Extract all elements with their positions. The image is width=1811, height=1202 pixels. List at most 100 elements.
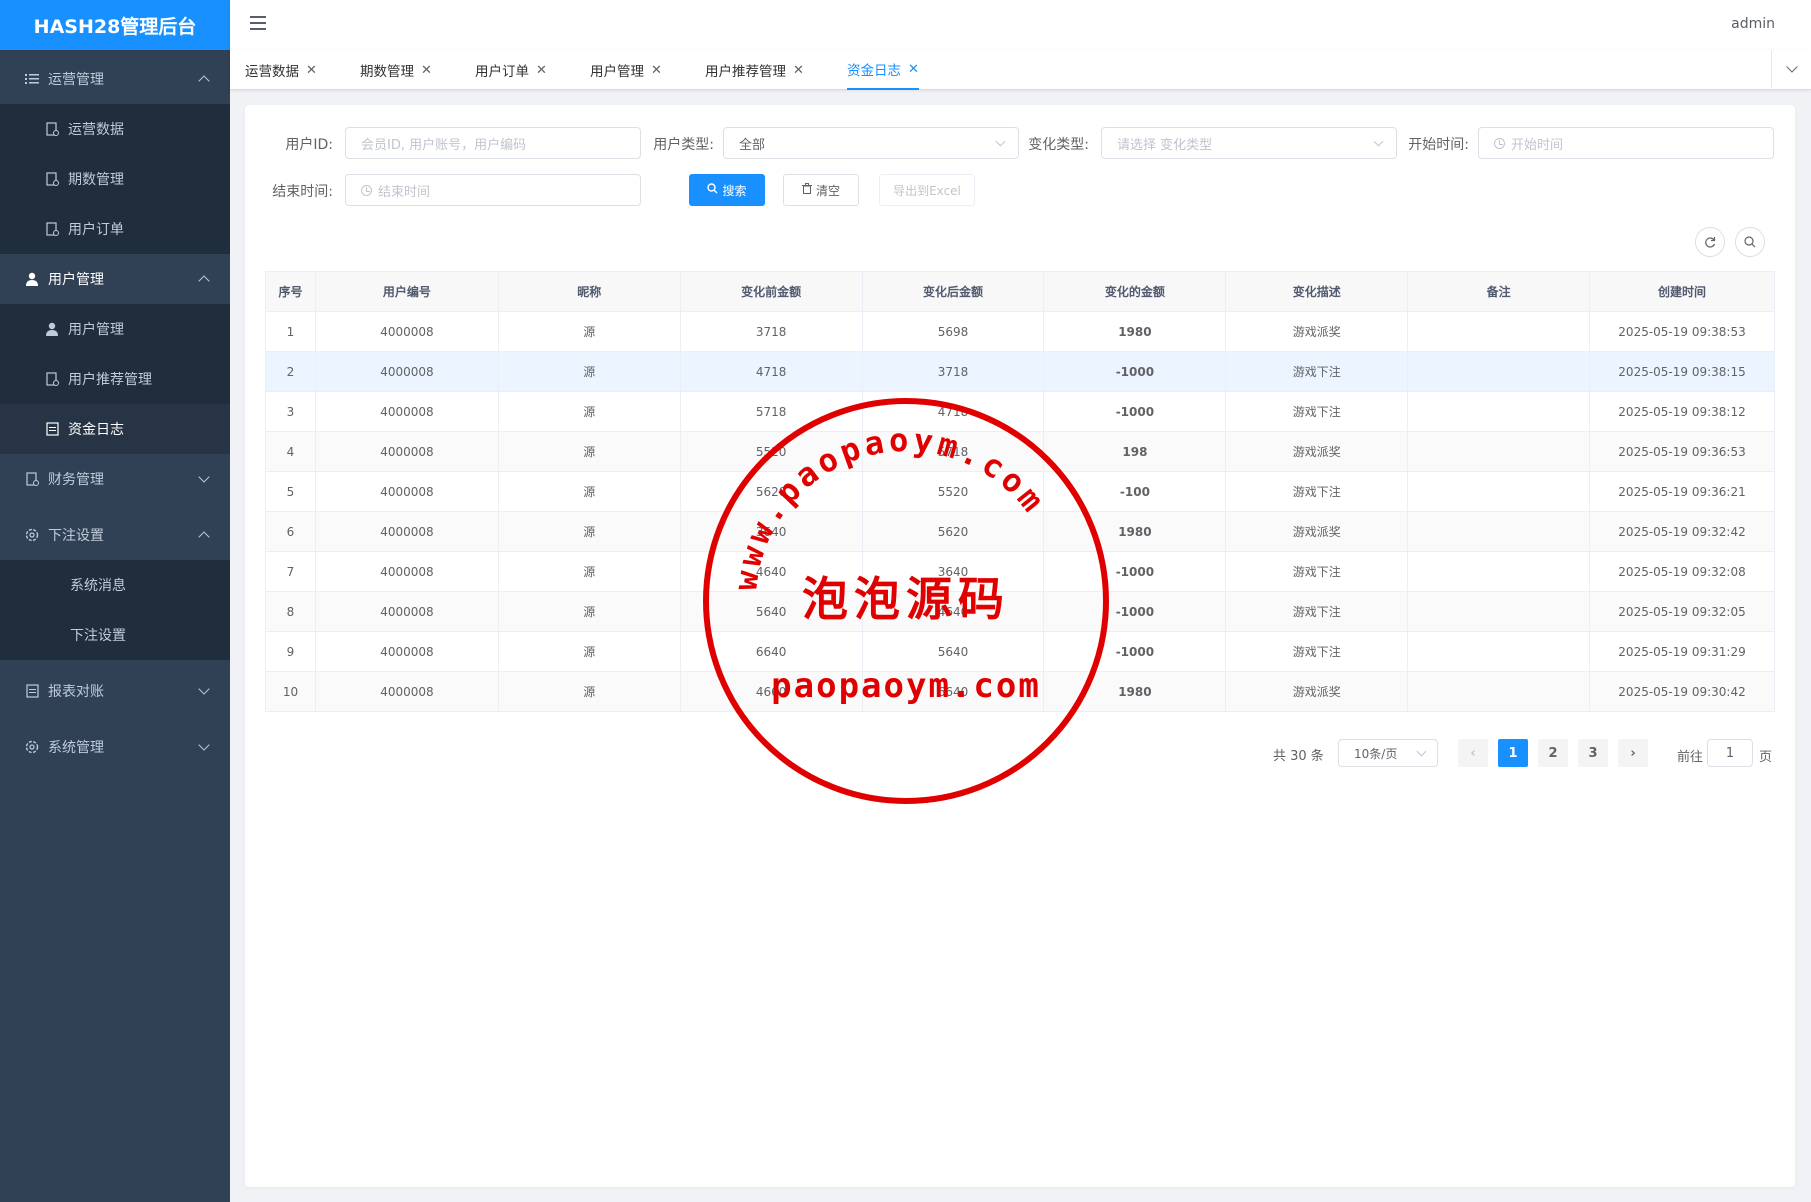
table-cell: 游戏下注 xyxy=(1225,551,1409,592)
table-row[interactable]: 5 4000008 源 5620 5520 -100 游戏下注 2025-05-19 09:3… xyxy=(265,471,1775,512)
menu-group-reports[interactable]: 报表对账 xyxy=(0,666,230,716)
menu-group-operations[interactable]: 运营管理 xyxy=(0,54,230,104)
tab-fund-log[interactable]: 资金日志 ✕ xyxy=(847,50,919,90)
search-icon xyxy=(707,183,718,197)
toggle-search-button[interactable] xyxy=(1735,227,1765,257)
page-button[interactable]: 1 xyxy=(1498,739,1528,767)
app-logo[interactable]: HASH28管理后台 xyxy=(0,0,230,50)
start-time-picker[interactable]: 开始时间 xyxy=(1478,127,1774,159)
goto-suffix: 页 xyxy=(1759,750,1773,765)
menu-group-label: 用户管理 xyxy=(48,272,104,288)
sidebar-item-user-management[interactable]: 用户管理 xyxy=(0,304,230,354)
sidebar-item-user-orders[interactable]: 用户订单 xyxy=(0,204,230,254)
change-type-select[interactable]: 请选择 变化类型 xyxy=(1101,127,1397,159)
close-icon[interactable]: ✕ xyxy=(306,63,317,78)
table-cell: 源 xyxy=(497,351,681,392)
table-cell: -1000 xyxy=(1043,351,1227,392)
tab-period-management[interactable]: 期数管理 ✕ xyxy=(360,50,432,90)
menu-group-bet-settings[interactable]: 下注设置 xyxy=(0,510,230,560)
table-cell: 2025-05-19 09:36:21 xyxy=(1589,471,1775,512)
table-row[interactable]: 8 4000008 源 5640 4640 -1000 游戏下注 2025-05-19 09:… xyxy=(265,591,1775,632)
table-row[interactable]: 2 4000008 源 4718 3718 -1000 游戏下注 2025-05-19 09:… xyxy=(265,351,1775,392)
table-cell: 4660 xyxy=(679,671,863,712)
table-cell: 源 xyxy=(497,391,681,432)
close-icon[interactable]: ✕ xyxy=(651,63,662,78)
page-button[interactable]: 3 xyxy=(1578,739,1608,767)
table-cell: 4000008 xyxy=(314,551,499,592)
end-time-picker[interactable]: 结束时间 xyxy=(345,174,641,206)
close-icon[interactable]: ✕ xyxy=(908,62,919,77)
hamburger-icon[interactable] xyxy=(250,16,266,30)
next-page-button[interactable]: › xyxy=(1618,739,1648,767)
page-size-select[interactable]: 10条/页 xyxy=(1338,739,1438,767)
table-cell xyxy=(1407,511,1591,552)
export-excel-button[interactable]: 导出到Excel xyxy=(879,174,975,206)
menu-group-label: 财务管理 xyxy=(48,472,104,488)
chevron-up-icon xyxy=(198,275,210,287)
tab-label: 用户推荐管理 xyxy=(705,64,786,80)
table-row[interactable]: 1 4000008 源 3718 5698 1980 游戏派奖 2025-05-19 09:3… xyxy=(265,311,1775,352)
user-menu[interactable]: admin xyxy=(1731,16,1775,32)
tab-user-management[interactable]: 用户管理 ✕ xyxy=(590,50,662,90)
pagination-total: 共 30 条 xyxy=(1273,749,1324,764)
goto-page-input[interactable]: 1 xyxy=(1707,739,1753,767)
gear-icon xyxy=(24,527,40,543)
table-cell xyxy=(1407,631,1591,672)
table-cell: -1000 xyxy=(1043,631,1227,672)
close-icon[interactable]: ✕ xyxy=(421,63,432,78)
sidebar-item-bet-settings[interactable]: 下注设置 xyxy=(0,610,230,660)
tabs-dropdown-button[interactable] xyxy=(1771,50,1811,90)
user-id-input[interactable]: 会员ID, 用户账号，用户编码 xyxy=(345,127,641,159)
table-cell: 5640 xyxy=(679,591,863,632)
table-cell: 4718 xyxy=(679,351,863,392)
sidebar-item-operations-data[interactable]: 运营数据 xyxy=(0,104,230,154)
table-cell: 2025-05-19 09:32:42 xyxy=(1589,511,1775,552)
document-icon xyxy=(44,121,60,137)
table-cell: 5520 xyxy=(861,471,1045,512)
gear-icon xyxy=(24,739,40,755)
menu-group-users[interactable]: 用户管理 xyxy=(0,254,230,304)
clear-button[interactable]: 清空 xyxy=(783,174,859,206)
user-type-select[interactable]: 全部 xyxy=(723,127,1019,159)
table-row[interactable]: 9 4000008 源 6640 5640 -1000 游戏下注 2025-05-19 09:… xyxy=(265,631,1775,672)
prev-page-button[interactable]: ‹ xyxy=(1458,739,1488,767)
table-row[interactable]: 6 4000008 源 3640 5620 1980 游戏派奖 2025-05-19 09:3… xyxy=(265,511,1775,552)
tab-user-referral[interactable]: 用户推荐管理 ✕ xyxy=(705,50,804,90)
document-icon xyxy=(24,683,40,699)
column-header: 备注 xyxy=(1407,271,1591,312)
table-cell: 5620 xyxy=(679,471,863,512)
page-button[interactable]: 2 xyxy=(1538,739,1568,767)
table-row[interactable]: 4 4000008 源 5520 5718 198 游戏派奖 2025-05-19 09:36… xyxy=(265,431,1775,472)
close-icon[interactable]: ✕ xyxy=(536,63,547,78)
table-cell: 4000008 xyxy=(314,351,499,392)
sidebar-item-user-referral[interactable]: 用户推荐管理 xyxy=(0,354,230,404)
table-cell: 5718 xyxy=(679,391,863,432)
sidebar-item-fund-log[interactable]: 资金日志 xyxy=(0,404,230,454)
start-time-label: 开始时间: xyxy=(1408,137,1469,153)
table-row[interactable]: 7 4000008 源 4640 3640 -1000 游戏下注 2025-05-19 09:… xyxy=(265,551,1775,592)
close-icon[interactable]: ✕ xyxy=(793,63,804,78)
sidebar-item-period-management[interactable]: 期数管理 xyxy=(0,154,230,204)
search-button[interactable]: 搜索 xyxy=(689,174,765,206)
clock-icon xyxy=(361,184,372,196)
table-cell xyxy=(1407,431,1591,472)
table-cell: 3718 xyxy=(679,311,863,352)
table-row[interactable]: 3 4000008 源 5718 4718 -1000 游戏下注 2025-05-19 09:… xyxy=(265,391,1775,432)
table-cell: 源 xyxy=(497,671,681,712)
tab-operations-data[interactable]: 运营数据 ✕ xyxy=(245,50,317,90)
tab-label: 期数管理 xyxy=(360,64,414,80)
table-row[interactable]: 10 4000008 源 4660 6640 1980 游戏派奖 2025-05-19 09:… xyxy=(265,671,1775,712)
page-size-value: 10条/页 xyxy=(1354,746,1398,761)
menu-group-finance[interactable]: 财务管理 xyxy=(0,454,230,504)
table-cell: 2025-05-19 09:32:05 xyxy=(1589,591,1775,632)
table-cell: 4000008 xyxy=(314,631,499,672)
refresh-button[interactable] xyxy=(1695,227,1725,257)
sidebar-item-label: 下注设置 xyxy=(70,628,126,644)
table-cell xyxy=(1407,391,1591,432)
table-cell: 游戏派奖 xyxy=(1225,431,1409,472)
chevron-down-icon xyxy=(198,739,210,751)
table-header-row: 序号 用户编号 昵称 变化前金额 变化后金额 变化的金额 变化描述 备注 创建时… xyxy=(265,271,1775,312)
sidebar-item-system-messages[interactable]: 系统消息 xyxy=(0,560,230,610)
tab-user-orders[interactable]: 用户订单 ✕ xyxy=(475,50,547,90)
menu-group-system[interactable]: 系统管理 xyxy=(0,722,230,772)
